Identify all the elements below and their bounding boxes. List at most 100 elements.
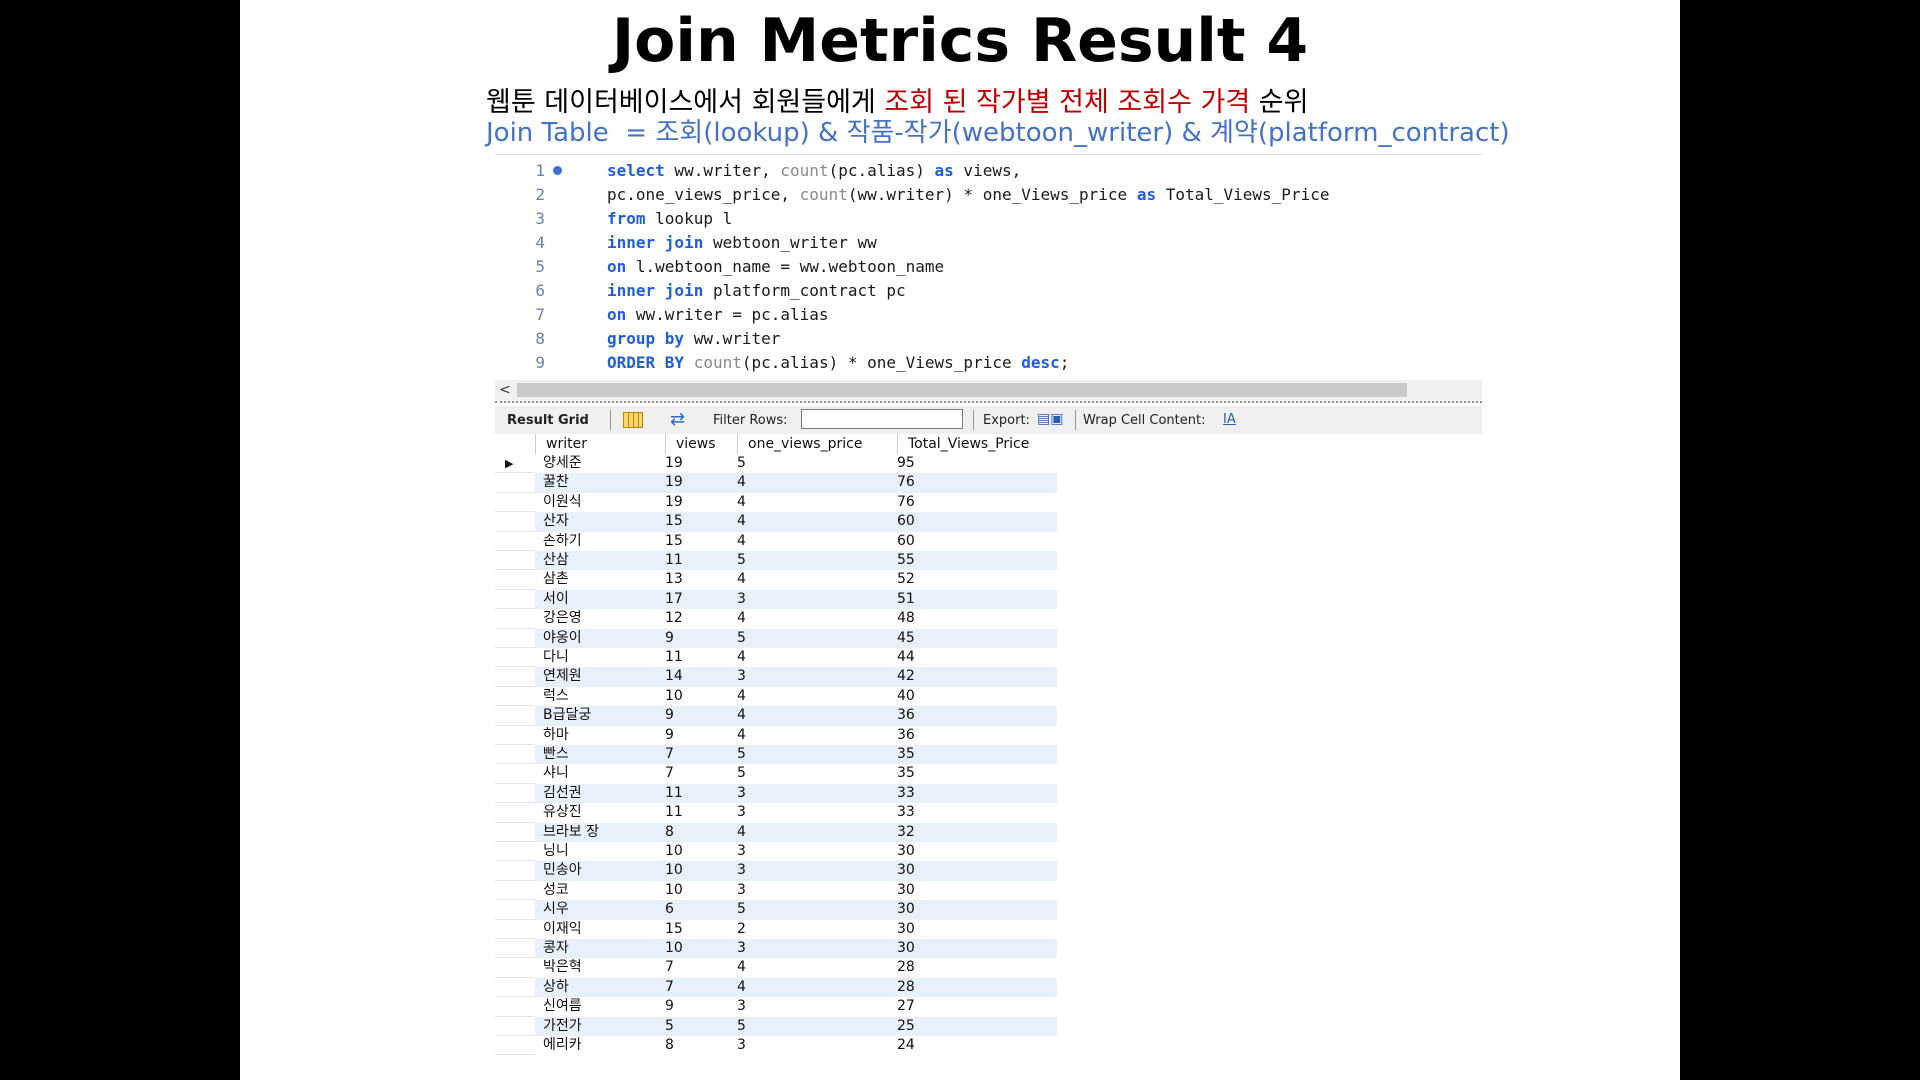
table-row[interactable]: ▶ 양세준 19 5 95 xyxy=(495,454,1301,474)
result-grid-tab[interactable]: Result Grid xyxy=(507,413,589,428)
table-cell[interactable]: 산삼 xyxy=(543,551,569,570)
row-header[interactable] xyxy=(495,532,535,551)
table-cell[interactable]: 28 xyxy=(897,958,915,977)
table-cell[interactable]: 손하기 xyxy=(543,532,582,551)
table-cell[interactable]: 산자 xyxy=(543,512,569,531)
table-cell[interactable]: 4 xyxy=(737,978,746,997)
table-cell[interactable]: 3 xyxy=(737,784,746,803)
table-cell[interactable]: 양세준 xyxy=(543,454,582,473)
table-cell[interactable]: 76 xyxy=(897,493,915,512)
table-row[interactable]: 박은혁 7 4 28 xyxy=(495,958,1301,978)
table-cell[interactable]: 13 xyxy=(665,570,683,589)
code-line[interactable]: 7 on ww.writer = pc.alias xyxy=(495,303,1482,327)
table-cell[interactable]: 30 xyxy=(897,842,915,861)
row-header[interactable] xyxy=(495,1036,535,1056)
row-header[interactable] xyxy=(495,861,535,881)
table-cell[interactable]: 52 xyxy=(897,570,915,589)
row-header[interactable] xyxy=(495,764,535,784)
table-cell[interactable]: 신여름 xyxy=(543,997,582,1016)
table-cell[interactable]: 30 xyxy=(897,939,915,958)
row-header[interactable] xyxy=(495,939,535,959)
table-cell[interactable]: 3 xyxy=(737,842,746,861)
table-cell[interactable]: 닝니 xyxy=(543,842,569,861)
row-header[interactable] xyxy=(495,648,535,668)
table-row[interactable]: 브라보 장 8 4 32 xyxy=(495,822,1301,842)
table-cell[interactable]: 24 xyxy=(897,1036,915,1055)
table-cell[interactable]: 빤스 xyxy=(543,745,569,764)
table-cell[interactable]: 60 xyxy=(897,532,915,551)
row-header[interactable] xyxy=(495,726,535,745)
table-cell[interactable]: 성코 xyxy=(543,881,569,900)
table-cell[interactable]: 4 xyxy=(737,726,746,745)
table-cell[interactable]: 서이 xyxy=(543,590,569,609)
table-row[interactable]: 민송아 10 3 30 xyxy=(495,861,1301,881)
table-row[interactable]: 산삼 11 5 55 xyxy=(495,551,1301,571)
table-row[interactable]: B급달궁 9 4 36 xyxy=(495,706,1301,726)
table-cell[interactable]: 28 xyxy=(897,978,915,997)
table-cell[interactable]: 민송아 xyxy=(543,861,582,880)
table-cell[interactable]: 35 xyxy=(897,764,915,783)
table-cell[interactable]: 30 xyxy=(897,920,915,939)
table-cell[interactable]: 김선권 xyxy=(543,784,582,803)
code-line[interactable]: 1 select ww.writer, count(pc.alias) as vi… xyxy=(495,159,1482,183)
table-cell[interactable]: 30 xyxy=(897,881,915,900)
table-cell[interactable]: 15 xyxy=(665,920,683,939)
row-header[interactable] xyxy=(495,687,535,707)
row-header[interactable] xyxy=(495,978,535,998)
table-cell[interactable]: 9 xyxy=(665,726,674,745)
table-cell[interactable]: 48 xyxy=(897,609,915,628)
table-cell[interactable]: 시우 xyxy=(543,900,569,919)
table-row[interactable]: 시우 6 5 30 xyxy=(495,900,1301,920)
table-row[interactable]: 연제원 14 3 42 xyxy=(495,667,1301,687)
table-cell[interactable]: 30 xyxy=(897,861,915,880)
table-row[interactable]: 신여름 9 3 27 xyxy=(495,997,1301,1017)
table-cell[interactable]: 11 xyxy=(665,784,683,803)
wrap-cell-icon[interactable]: IA xyxy=(1223,412,1236,427)
code-line[interactable]: 5 on l.webtoon_name = ww.webtoon_name xyxy=(495,255,1482,279)
table-row[interactable]: 서이 17 3 51 xyxy=(495,589,1301,610)
table-cell[interactable]: 35 xyxy=(897,745,915,764)
table-cell[interactable]: 15 xyxy=(665,512,683,531)
table-cell[interactable]: 19 xyxy=(665,454,683,473)
table-cell[interactable]: 60 xyxy=(897,512,915,531)
table-cell[interactable]: 3 xyxy=(737,590,746,609)
table-cell[interactable]: 꿀찬 xyxy=(543,473,569,492)
row-header[interactable] xyxy=(495,512,535,532)
table-cell[interactable]: 36 xyxy=(897,706,915,725)
table-cell[interactable]: 이원식 xyxy=(543,493,582,512)
table-cell[interactable]: 32 xyxy=(897,823,915,842)
table-cell[interactable]: 상하 xyxy=(543,978,569,997)
table-cell[interactable]: 8 xyxy=(665,823,674,842)
table-cell[interactable]: 42 xyxy=(897,667,915,686)
table-row[interactable]: 하마 9 4 36 xyxy=(495,726,1301,745)
table-cell[interactable]: 박은혁 xyxy=(543,958,582,977)
sql-editor[interactable]: 1 select ww.writer, count(pc.alias) as vi… xyxy=(495,154,1482,387)
table-cell[interactable]: 브라보 장 xyxy=(543,823,599,842)
table-cell[interactable]: 76 xyxy=(897,473,915,492)
table-cell[interactable]: 25 xyxy=(897,1017,915,1036)
code-line[interactable]: 9 ORDER BY count(pc.alias) * one_Views_pr… xyxy=(495,351,1482,375)
table-cell[interactable]: 가전가 xyxy=(543,1017,582,1036)
code-line[interactable]: 2 pc.one_views_price, count(ww.writer) * … xyxy=(495,183,1482,207)
table-cell[interactable]: 51 xyxy=(897,590,915,609)
row-header[interactable] xyxy=(495,784,535,804)
table-cell[interactable]: 5 xyxy=(665,1017,674,1036)
table-cell[interactable]: 30 xyxy=(897,900,915,919)
table-row[interactable]: 상하 7 4 28 xyxy=(495,977,1301,998)
table-cell[interactable]: 4 xyxy=(737,570,746,589)
table-row[interactable]: 콩자 10 3 30 xyxy=(495,939,1301,959)
table-row[interactable]: 에리카 8 3 24 xyxy=(495,1036,1301,1056)
row-header[interactable] xyxy=(495,958,535,978)
table-row[interactable]: 럭스 10 4 40 xyxy=(495,687,1301,707)
table-cell[interactable]: 3 xyxy=(737,667,746,686)
table-row[interactable]: 산자 15 4 60 xyxy=(495,512,1301,532)
table-cell[interactable]: 19 xyxy=(665,473,683,492)
row-header[interactable] xyxy=(495,667,535,687)
table-cell[interactable]: 콩자 xyxy=(543,939,569,958)
table-cell[interactable]: 유상진 xyxy=(543,803,582,822)
table-cell[interactable]: 10 xyxy=(665,842,683,861)
table-cell[interactable]: 6 xyxy=(665,900,674,919)
table-row[interactable]: 손하기 15 4 60 xyxy=(495,532,1301,551)
table-cell[interactable]: 4 xyxy=(737,823,746,842)
row-header[interactable] xyxy=(495,881,535,901)
